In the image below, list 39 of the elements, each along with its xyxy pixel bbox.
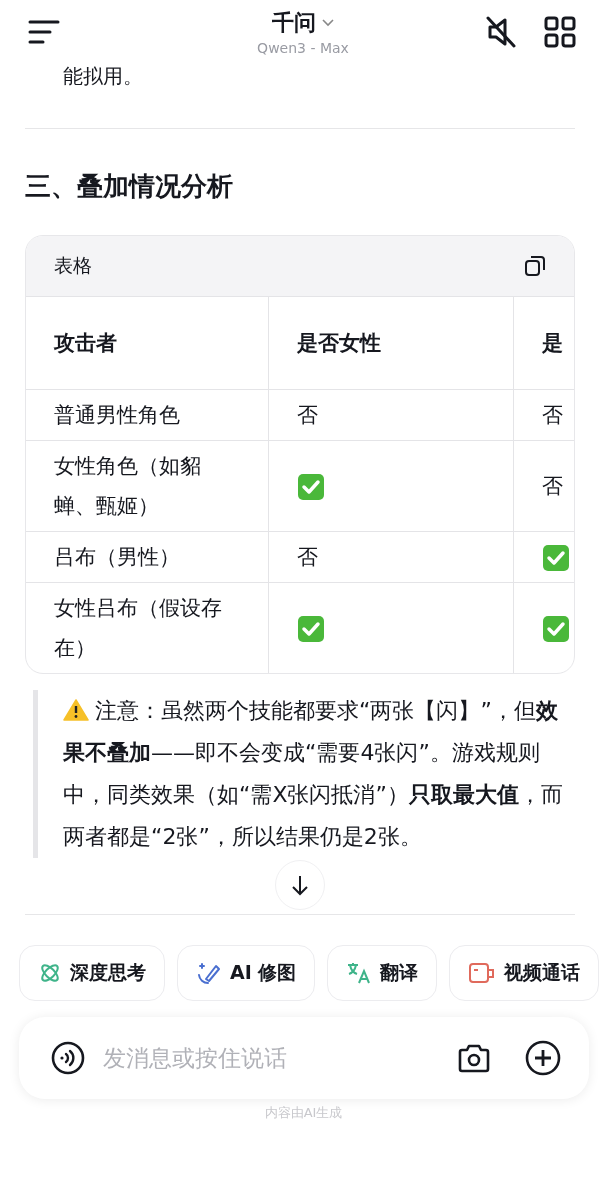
section-heading: 三、叠加情况分析 [25, 170, 234, 203]
table-cell: 女性角色（如貂蝉、甄姬） [26, 440, 268, 532]
column-header: 是 [513, 296, 574, 390]
table-cell: 否 [268, 389, 513, 441]
feature-chip[interactable]: 深度思考 [19, 945, 165, 1001]
table-cell: 否 [268, 531, 513, 583]
add-icon[interactable] [525, 1040, 561, 1076]
translate-icon [346, 961, 373, 985]
speaker-muted-icon[interactable] [486, 16, 516, 48]
note-paragraph: 注意：虽然两个技能都要求“两张【闪】”，但效果不叠加——即不会变成“需要4张闪”。游戏规则中，同类效果（如“需X张闪抵消”）只取最大值，而两者都是“2张”，所以结果仍是2张。 [63, 697, 564, 851]
table-label: 表格 [54, 253, 92, 278]
checkmark-icon [296, 615, 325, 643]
table-cell: 吕布（男性） [26, 531, 268, 583]
camera-icon[interactable] [457, 1043, 491, 1073]
checkmark-icon [541, 615, 570, 643]
scroll-down-button[interactable] [275, 860, 325, 910]
menu-icon[interactable] [28, 19, 60, 45]
partial-text: 能拟用。 [63, 64, 143, 88]
table-cell: 普通男性角色 [26, 389, 268, 441]
chevron-down-icon[interactable] [322, 19, 334, 27]
checkmark-icon [296, 473, 325, 501]
app-title[interactable]: 千问 [272, 8, 316, 38]
atom-icon [38, 961, 62, 985]
video-camera-icon [468, 962, 497, 984]
grid-icon[interactable] [544, 16, 576, 48]
warning-icon [63, 699, 89, 721]
feature-chip[interactable]: 视频通话 [449, 945, 600, 1001]
arrow-down-icon [290, 874, 310, 896]
voice-icon[interactable] [51, 1041, 85, 1075]
column-header: 是否女性 [268, 296, 513, 390]
message-input[interactable]: 发消息或按住说话 [101, 1044, 441, 1072]
magic-pen-icon [196, 961, 222, 985]
feature-chip[interactable]: 翻译 [327, 945, 438, 1001]
feature-chip[interactable]: AI 修图 [177, 945, 316, 1001]
column-header: 攻击者 [26, 296, 268, 390]
model-name: Qwen3 - Max [257, 40, 349, 56]
table-cell: 女性吕布（假设存在） [26, 582, 268, 673]
copy-icon[interactable] [524, 255, 546, 277]
checkmark-icon [541, 544, 570, 572]
